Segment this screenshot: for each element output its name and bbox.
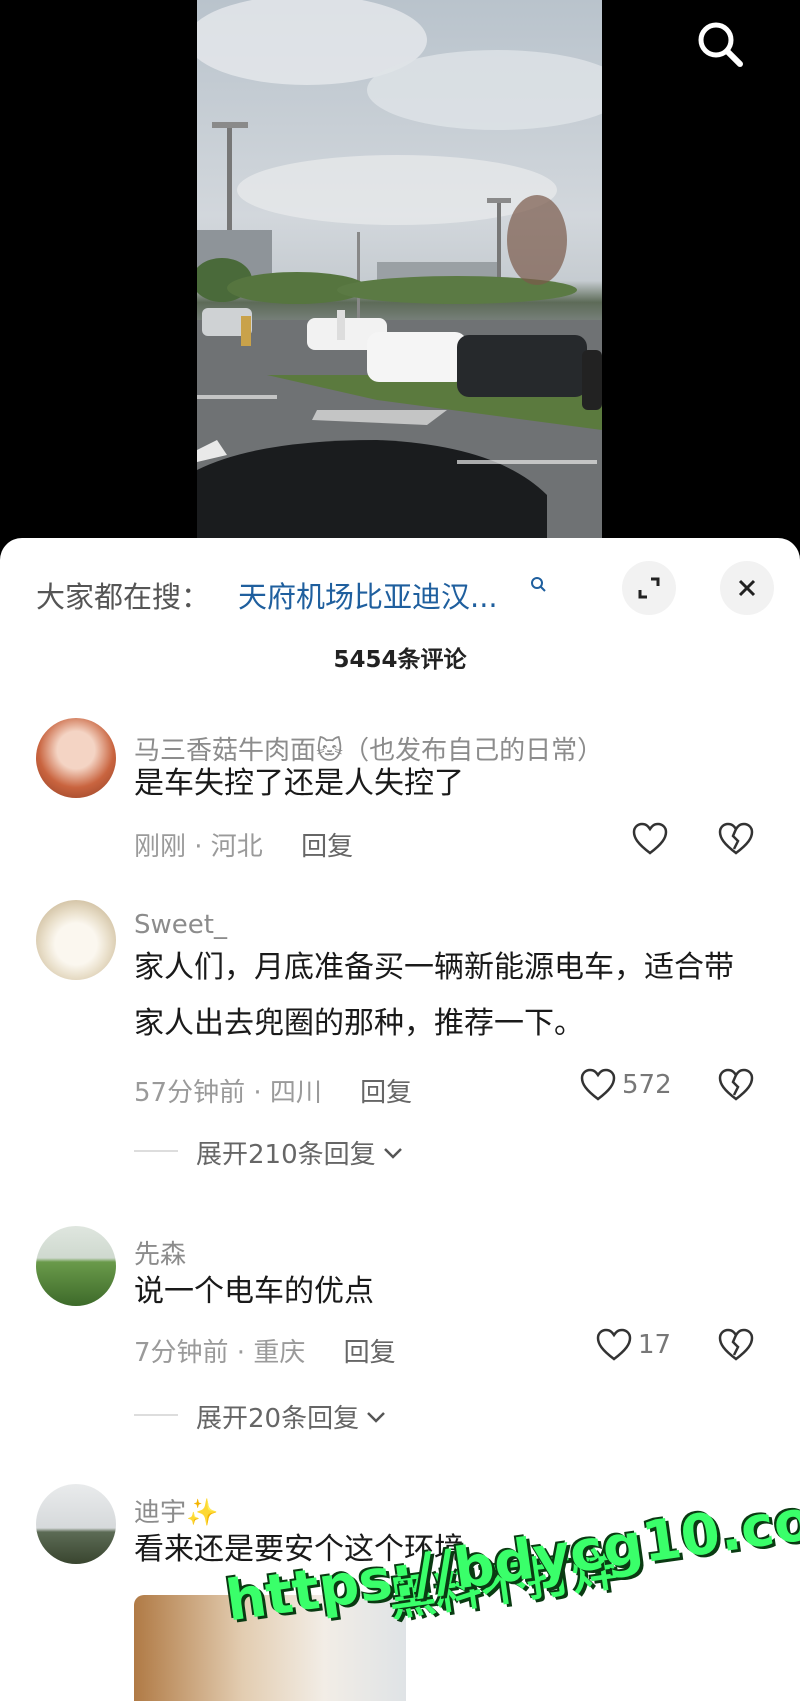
heart-icon (580, 1068, 616, 1101)
expand-replies-button[interactable]: 展开210条回复 (196, 1134, 404, 1171)
like-button[interactable] (632, 822, 668, 856)
comment-text: 说一个电车的优点 (134, 1274, 374, 1309)
hot-search-label: 大家都在搜： (36, 580, 211, 614)
heart-icon (632, 822, 668, 855)
divider (134, 1150, 178, 1152)
reply-button[interactable]: 回复 (301, 832, 353, 862)
expand-replies-label: 展开20条回复 (196, 1404, 360, 1434)
like-button[interactable]: 17 (596, 1328, 671, 1362)
like-count: 17 (638, 1330, 672, 1360)
avatar[interactable] (36, 718, 116, 798)
comment-meta: 57分钟前 · 四川 回复 (134, 1072, 412, 1109)
sheet-header: 大家都在搜： 天府机场比亚迪汉... (0, 538, 800, 618)
comment-count: 5454条评论 (333, 647, 467, 673)
avatar[interactable] (36, 1226, 116, 1306)
chevron-down-icon (367, 1411, 385, 1423)
comment-meta: 7分钟前 · 重庆 回复 (134, 1332, 396, 1369)
hot-search-query[interactable]: 天府机场比亚迪汉... (238, 574, 498, 616)
heart-icon (596, 1328, 632, 1361)
comment-text: 家人们，月底准备买一辆新能源电车，适合带家人出去兜圈的那种，推荐一下。 (134, 950, 734, 1041)
expand-icon (638, 577, 660, 599)
broken-heart-icon (718, 1328, 754, 1361)
reply-button[interactable]: 回复 (344, 1338, 396, 1368)
search-icon (531, 577, 546, 592)
video-scene (197, 0, 602, 540)
avatar[interactable] (36, 1484, 116, 1564)
comment-time-location: 刚刚 · 河北 (134, 832, 263, 862)
dislike-button[interactable] (718, 1068, 754, 1106)
chevron-down-icon (383, 1147, 402, 1159)
search-icon (698, 22, 743, 67)
reply-button[interactable]: 回复 (360, 1078, 412, 1108)
video-frame[interactable] (197, 0, 602, 540)
broken-heart-icon (718, 822, 754, 855)
like-count: 572 (622, 1070, 672, 1100)
dislike-button[interactable] (718, 1328, 754, 1366)
comment-text: 是车失控了还是人失控了 (134, 766, 464, 801)
like-button[interactable]: 572 (580, 1068, 672, 1102)
comment-username[interactable]: Sweet_ (134, 910, 227, 940)
close-button[interactable] (720, 561, 774, 615)
broken-heart-icon (718, 1068, 754, 1101)
search-button[interactable] (690, 14, 750, 74)
expand-button[interactable] (622, 561, 676, 615)
divider (134, 1414, 178, 1416)
comment-meta: 刚刚 · 河北 回复 (134, 826, 353, 863)
expand-replies-label: 展开210条回复 (196, 1140, 376, 1170)
video-player[interactable] (0, 0, 800, 560)
expand-replies-button[interactable]: 展开20条回复 (196, 1398, 387, 1435)
comment-time-location: 7分钟前 · 重庆 (134, 1338, 306, 1368)
dislike-button[interactable] (718, 822, 754, 860)
close-icon (738, 579, 756, 597)
comment-time-location: 57分钟前 · 四川 (134, 1078, 322, 1108)
avatar[interactable] (36, 900, 116, 980)
